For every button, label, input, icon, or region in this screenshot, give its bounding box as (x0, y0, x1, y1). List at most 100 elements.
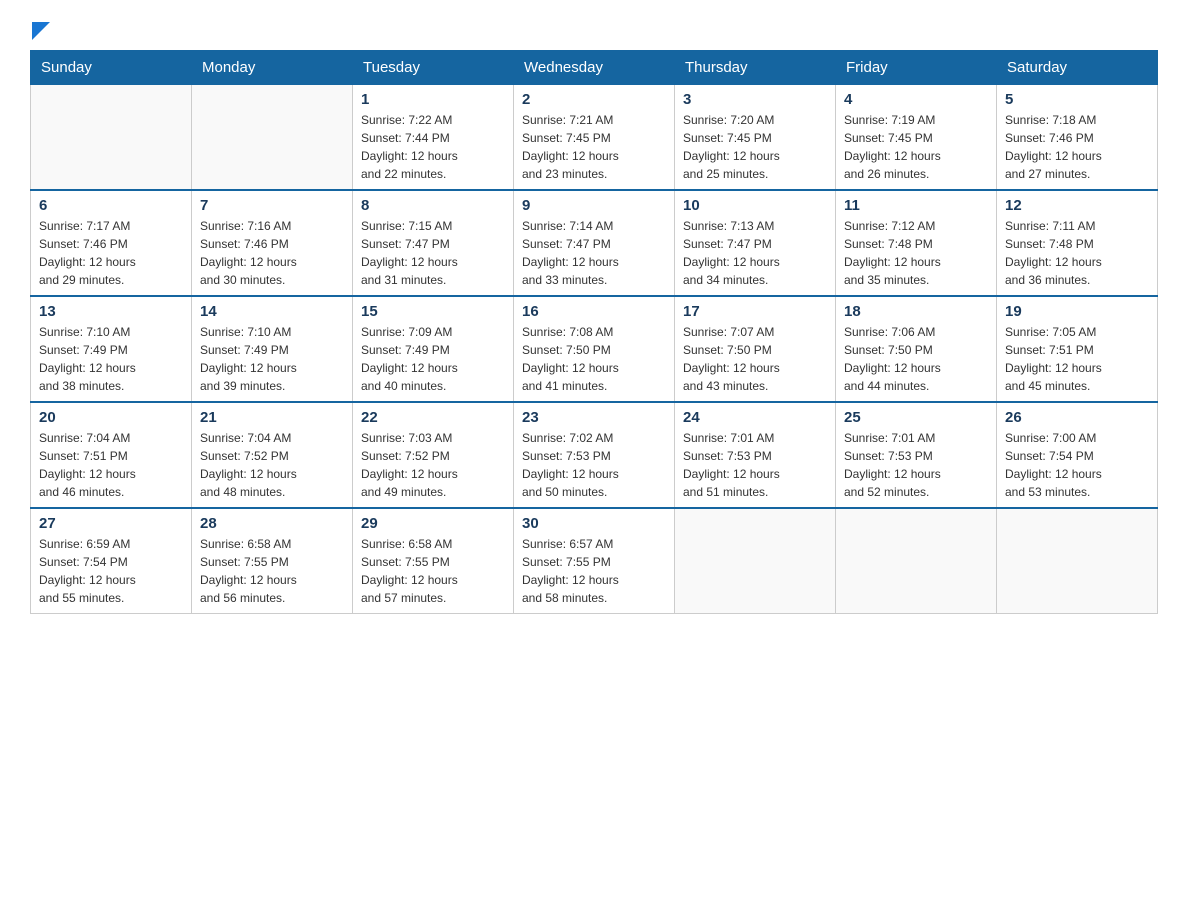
day-info: Sunrise: 7:20 AM Sunset: 7:45 PM Dayligh… (683, 111, 827, 183)
calendar-week-row: 20 Sunrise: 7:04 AM Sunset: 7:51 PM Dayli… (31, 402, 1158, 508)
day-number: 7 (200, 197, 344, 214)
day-number: 11 (844, 197, 988, 214)
calendar-day-cell: 18Sunrise: 7:06 AM Sunset: 7:50 PM Dayli… (836, 296, 997, 402)
day-info: Sunrise: 7:17 AM Sunset: 7:46 PM Dayligh… (39, 217, 183, 289)
day-number: 15 (361, 303, 505, 320)
day-info: Sunrise: 7:10 AM Sunset: 7:49 PM Dayligh… (200, 323, 344, 395)
day-info: Sunrise: 7:13 AM Sunset: 7:47 PM Dayligh… (683, 217, 827, 289)
day-info: Sunrise: 7:08 AM Sunset: 7:50 PM Dayligh… (522, 323, 666, 395)
calendar-day-header: Sunday (31, 51, 192, 85)
page-header (30, 20, 1158, 40)
calendar-day-header: Saturday (997, 51, 1158, 85)
day-number: 4 (844, 91, 988, 108)
calendar-day-cell: 24 Sunrise: 7:01 AM Sunset: 7:53 PM Dayli… (675, 402, 836, 508)
calendar-day-cell: 30Sunrise: 6:57 AM Sunset: 7:55 PM Dayli… (514, 508, 675, 614)
day-info: Sunrise: 7:09 AM Sunset: 7:49 PM Dayligh… (361, 323, 505, 395)
calendar-day-cell: 9 Sunrise: 7:14 AM Sunset: 7:47 PM Daylig… (514, 190, 675, 296)
day-number: 3 (683, 91, 827, 108)
calendar-day-cell (836, 508, 997, 614)
day-info: Sunrise: 7:04 AM Sunset: 7:52 PM Dayligh… (200, 429, 344, 501)
day-info: Sunrise: 6:59 AM Sunset: 7:54 PM Dayligh… (39, 535, 183, 607)
calendar-day-cell: 10 Sunrise: 7:13 AM Sunset: 7:47 PM Dayli… (675, 190, 836, 296)
day-number: 29 (361, 515, 505, 532)
calendar-day-cell: 23 Sunrise: 7:02 AM Sunset: 7:53 PM Dayli… (514, 402, 675, 508)
day-info: Sunrise: 6:58 AM Sunset: 7:55 PM Dayligh… (361, 535, 505, 607)
day-number: 1 (361, 91, 505, 108)
calendar-week-row: 6Sunrise: 7:17 AM Sunset: 7:46 PM Daylig… (31, 190, 1158, 296)
day-info: Sunrise: 7:03 AM Sunset: 7:52 PM Dayligh… (361, 429, 505, 501)
day-info: Sunrise: 7:12 AM Sunset: 7:48 PM Dayligh… (844, 217, 988, 289)
day-number: 14 (200, 303, 344, 320)
calendar-day-cell: 3 Sunrise: 7:20 AM Sunset: 7:45 PM Daylig… (675, 85, 836, 191)
day-number: 20 (39, 409, 183, 426)
day-info: Sunrise: 7:22 AM Sunset: 7:44 PM Dayligh… (361, 111, 505, 183)
calendar-day-header: Monday (192, 51, 353, 85)
calendar-day-cell: 6Sunrise: 7:17 AM Sunset: 7:46 PM Daylig… (31, 190, 192, 296)
day-info: Sunrise: 7:01 AM Sunset: 7:53 PM Dayligh… (844, 429, 988, 501)
calendar-day-cell: 13 Sunrise: 7:10 AM Sunset: 7:49 PM Dayli… (31, 296, 192, 402)
calendar-day-cell: 14 Sunrise: 7:10 AM Sunset: 7:49 PM Dayli… (192, 296, 353, 402)
calendar-day-cell: 26 Sunrise: 7:00 AM Sunset: 7:54 PM Dayli… (997, 402, 1158, 508)
day-info: Sunrise: 7:19 AM Sunset: 7:45 PM Dayligh… (844, 111, 988, 183)
calendar-day-cell: 27 Sunrise: 6:59 AM Sunset: 7:54 PM Dayli… (31, 508, 192, 614)
calendar-day-cell: 4 Sunrise: 7:19 AM Sunset: 7:45 PM Daylig… (836, 85, 997, 191)
day-info: Sunrise: 7:21 AM Sunset: 7:45 PM Dayligh… (522, 111, 666, 183)
logo-triangle-icon (32, 22, 50, 40)
logo (30, 20, 50, 40)
calendar-day-cell: 11 Sunrise: 7:12 AM Sunset: 7:48 PM Dayli… (836, 190, 997, 296)
calendar-day-cell (675, 508, 836, 614)
day-number: 23 (522, 409, 666, 426)
day-number: 9 (522, 197, 666, 214)
day-info: Sunrise: 7:16 AM Sunset: 7:46 PM Dayligh… (200, 217, 344, 289)
calendar-table: SundayMondayTuesdayWednesdayThursdayFrid… (30, 50, 1158, 614)
day-number: 8 (361, 197, 505, 214)
day-info: Sunrise: 7:01 AM Sunset: 7:53 PM Dayligh… (683, 429, 827, 501)
calendar-day-cell: 5 Sunrise: 7:18 AM Sunset: 7:46 PM Daylig… (997, 85, 1158, 191)
calendar-day-cell: 7 Sunrise: 7:16 AM Sunset: 7:46 PM Daylig… (192, 190, 353, 296)
day-number: 5 (1005, 91, 1149, 108)
calendar-day-cell: 16 Sunrise: 7:08 AM Sunset: 7:50 PM Dayli… (514, 296, 675, 402)
day-number: 10 (683, 197, 827, 214)
calendar-day-cell: 28Sunrise: 6:58 AM Sunset: 7:55 PM Dayli… (192, 508, 353, 614)
day-info: Sunrise: 7:18 AM Sunset: 7:46 PM Dayligh… (1005, 111, 1149, 183)
day-info: Sunrise: 7:06 AM Sunset: 7:50 PM Dayligh… (844, 323, 988, 395)
day-info: Sunrise: 7:04 AM Sunset: 7:51 PM Dayligh… (39, 429, 183, 501)
calendar-day-header: Thursday (675, 51, 836, 85)
day-number: 24 (683, 409, 827, 426)
day-number: 19 (1005, 303, 1149, 320)
day-number: 21 (200, 409, 344, 426)
day-number: 13 (39, 303, 183, 320)
calendar-day-cell: 8 Sunrise: 7:15 AM Sunset: 7:47 PM Daylig… (353, 190, 514, 296)
day-info: Sunrise: 7:00 AM Sunset: 7:54 PM Dayligh… (1005, 429, 1149, 501)
calendar-day-cell: 2 Sunrise: 7:21 AM Sunset: 7:45 PM Daylig… (514, 85, 675, 191)
day-number: 2 (522, 91, 666, 108)
calendar-week-row: 13 Sunrise: 7:10 AM Sunset: 7:49 PM Dayli… (31, 296, 1158, 402)
calendar-day-cell (192, 85, 353, 191)
calendar-day-cell: 17 Sunrise: 7:07 AM Sunset: 7:50 PM Dayli… (675, 296, 836, 402)
day-number: 25 (844, 409, 988, 426)
calendar-day-cell (997, 508, 1158, 614)
day-info: Sunrise: 7:10 AM Sunset: 7:49 PM Dayligh… (39, 323, 183, 395)
day-info: Sunrise: 7:05 AM Sunset: 7:51 PM Dayligh… (1005, 323, 1149, 395)
day-number: 27 (39, 515, 183, 532)
day-info: Sunrise: 7:15 AM Sunset: 7:47 PM Dayligh… (361, 217, 505, 289)
calendar-week-row: 27 Sunrise: 6:59 AM Sunset: 7:54 PM Dayli… (31, 508, 1158, 614)
calendar-day-cell: 29 Sunrise: 6:58 AM Sunset: 7:55 PM Dayli… (353, 508, 514, 614)
calendar-day-cell: 22 Sunrise: 7:03 AM Sunset: 7:52 PM Dayli… (353, 402, 514, 508)
day-number: 26 (1005, 409, 1149, 426)
day-info: Sunrise: 7:02 AM Sunset: 7:53 PM Dayligh… (522, 429, 666, 501)
day-info: Sunrise: 6:57 AM Sunset: 7:55 PM Dayligh… (522, 535, 666, 607)
day-number: 12 (1005, 197, 1149, 214)
day-number: 16 (522, 303, 666, 320)
calendar-day-cell: 12 Sunrise: 7:11 AM Sunset: 7:48 PM Dayli… (997, 190, 1158, 296)
day-number: 17 (683, 303, 827, 320)
day-number: 22 (361, 409, 505, 426)
day-info: Sunrise: 7:14 AM Sunset: 7:47 PM Dayligh… (522, 217, 666, 289)
calendar-day-header: Tuesday (353, 51, 514, 85)
day-info: Sunrise: 7:11 AM Sunset: 7:48 PM Dayligh… (1005, 217, 1149, 289)
day-info: Sunrise: 7:07 AM Sunset: 7:50 PM Dayligh… (683, 323, 827, 395)
calendar-week-row: 1 Sunrise: 7:22 AM Sunset: 7:44 PM Daylig… (31, 85, 1158, 191)
calendar-day-header: Wednesday (514, 51, 675, 85)
calendar-day-cell: 19 Sunrise: 7:05 AM Sunset: 7:51 PM Dayli… (997, 296, 1158, 402)
calendar-day-header: Friday (836, 51, 997, 85)
